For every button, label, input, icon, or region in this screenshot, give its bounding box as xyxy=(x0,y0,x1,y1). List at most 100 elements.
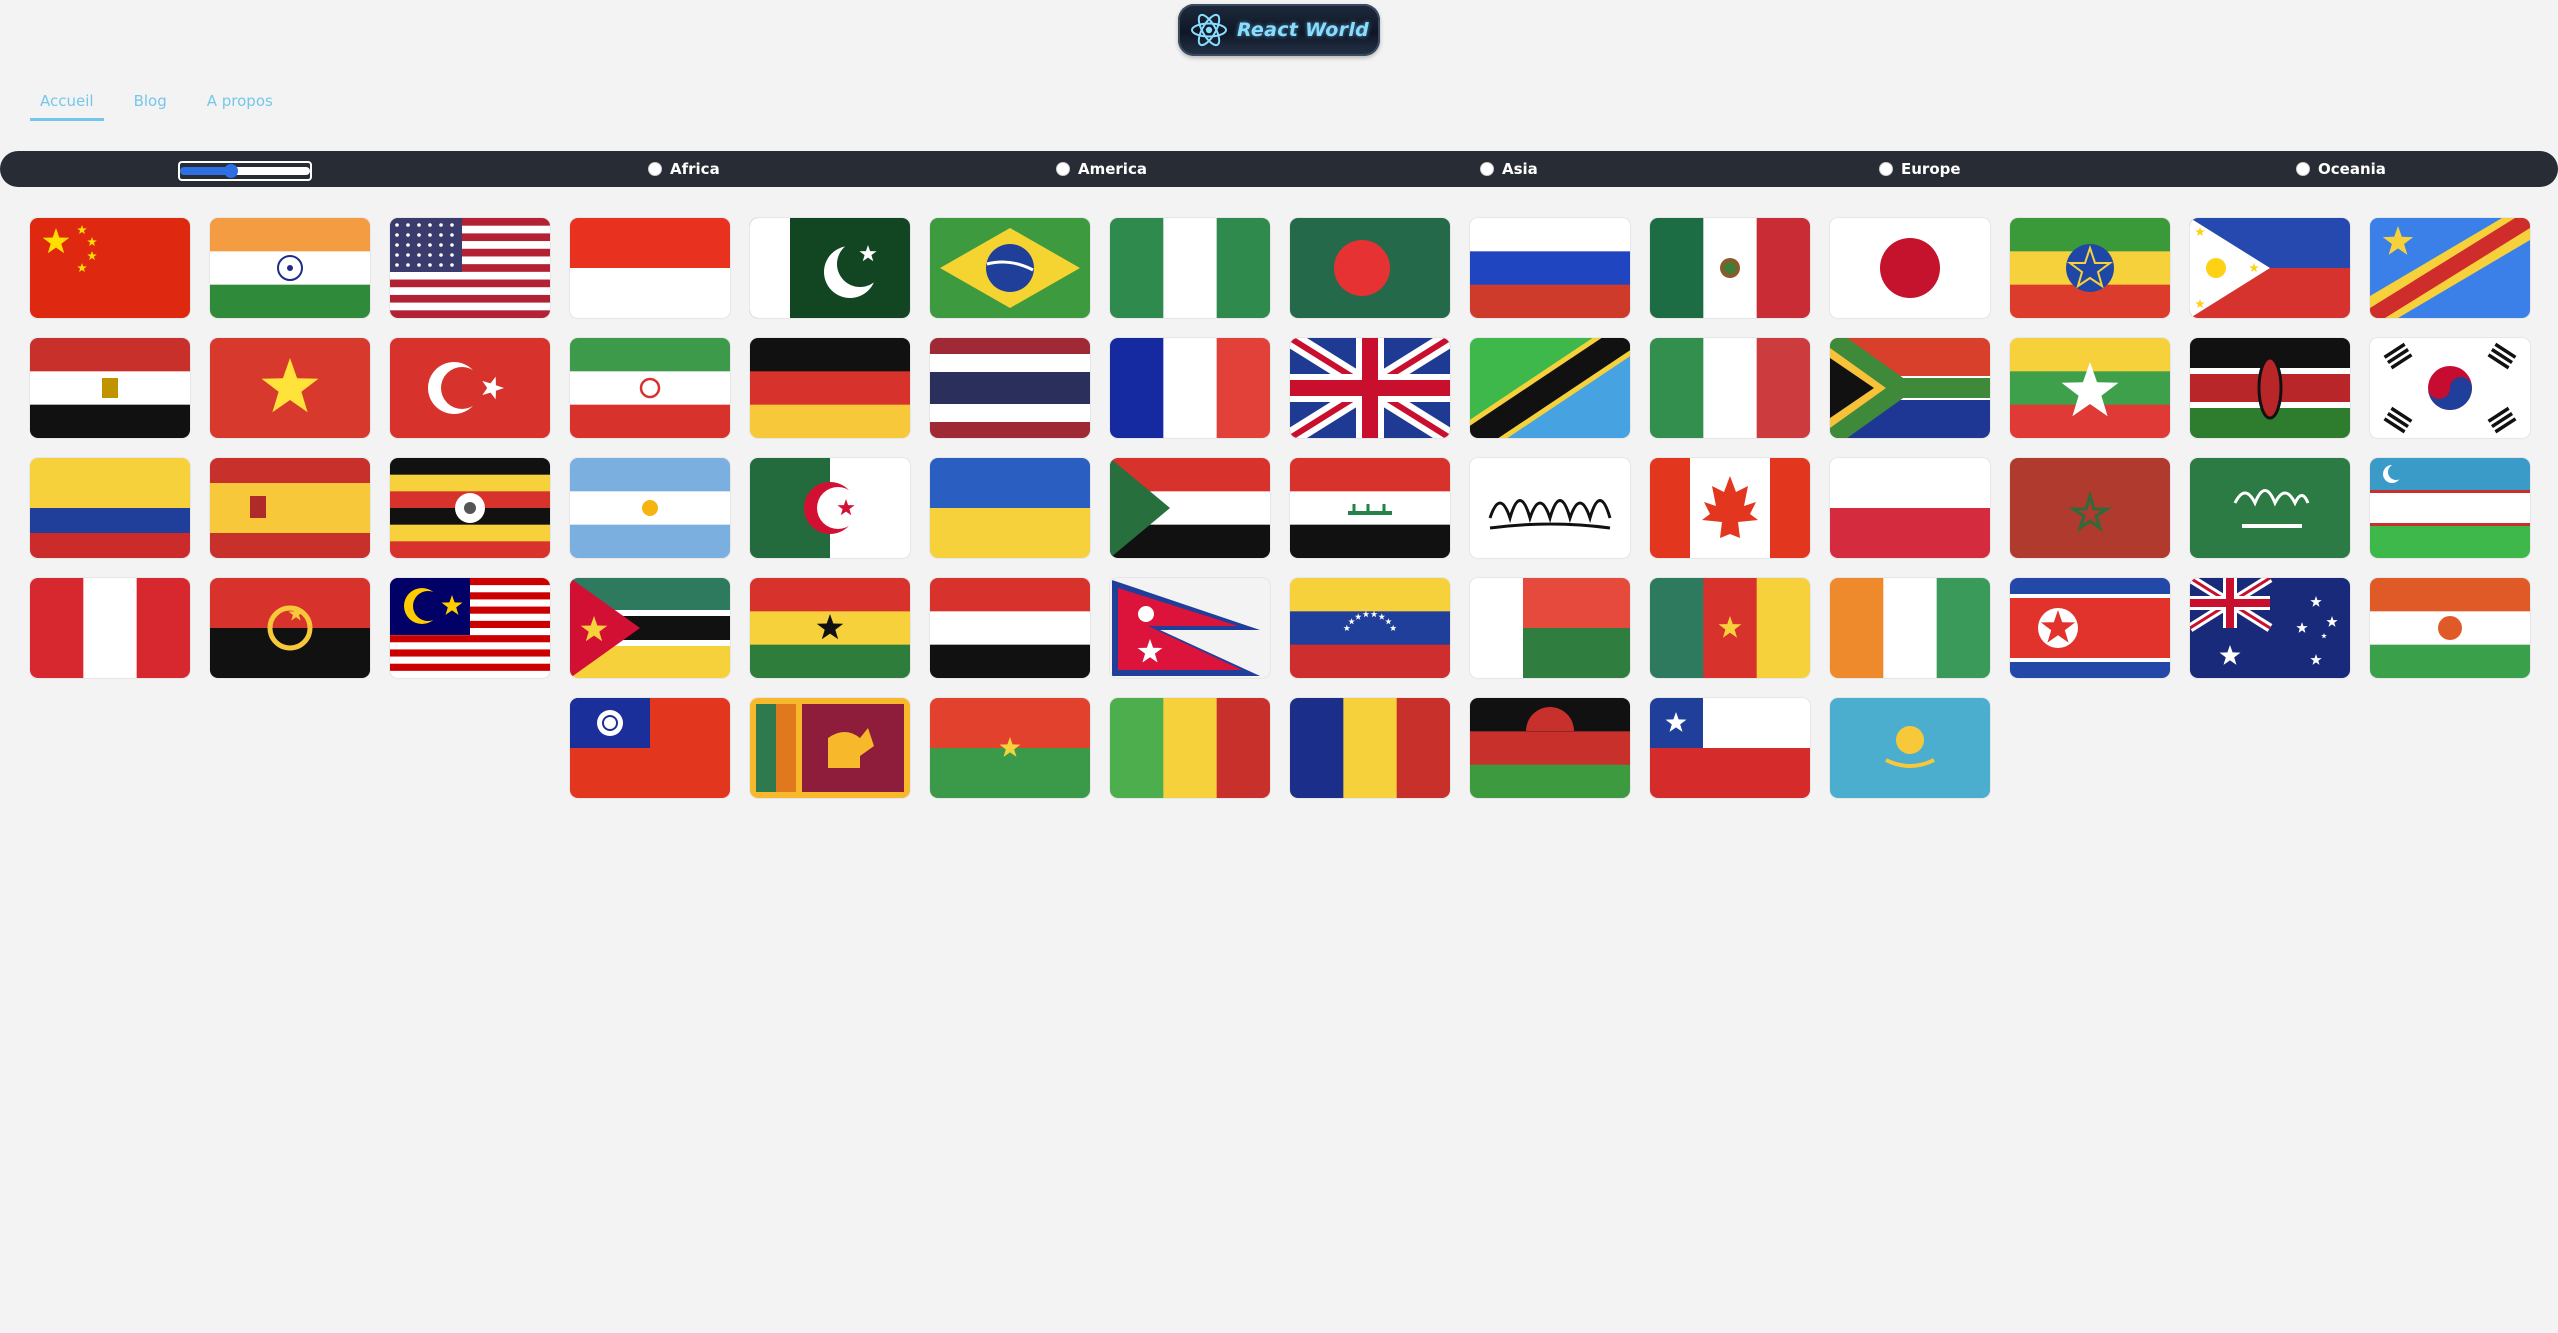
flag-japan[interactable] xyxy=(1830,218,1990,318)
flag-venezuela[interactable] xyxy=(1290,578,1450,678)
main-nav: Accueil Blog A propos xyxy=(30,90,283,121)
radio-button-icon xyxy=(2296,162,2310,176)
flag-australia[interactable] xyxy=(2190,578,2350,678)
flag-argentina[interactable] xyxy=(570,458,730,558)
flag-ghana[interactable] xyxy=(750,578,910,678)
flag-pakistan[interactable] xyxy=(750,218,910,318)
flag-image xyxy=(750,458,910,558)
flag-philippines[interactable] xyxy=(2190,218,2350,318)
flag-canada[interactable] xyxy=(1650,458,1810,558)
flag-image xyxy=(1110,698,1270,798)
radio-label: Oceania xyxy=(2318,160,2386,178)
flag-burkina-faso[interactable] xyxy=(930,698,1090,798)
flag-sri-lanka[interactable] xyxy=(750,698,910,798)
radio-america[interactable]: America xyxy=(1056,160,1147,178)
flag-image xyxy=(2370,578,2530,678)
flag-cameroon[interactable] xyxy=(1650,578,1810,678)
country-count-slider[interactable] xyxy=(178,161,312,181)
flag-malawi[interactable] xyxy=(1470,698,1630,798)
flag-yemen[interactable] xyxy=(930,578,1090,678)
app-logo[interactable]: React World xyxy=(1178,4,1380,56)
flag-myanmar[interactable] xyxy=(2010,338,2170,438)
flag-united-kingdom[interactable] xyxy=(1290,338,1450,438)
flag-chad[interactable] xyxy=(1290,698,1450,798)
flag-russia[interactable] xyxy=(1470,218,1630,318)
flag-italy[interactable] xyxy=(1650,338,1810,438)
flag-angola[interactable] xyxy=(210,578,370,678)
flag-tanzania[interactable] xyxy=(1470,338,1630,438)
flag-uzbekistan[interactable] xyxy=(2370,458,2530,558)
flag-peru[interactable] xyxy=(30,578,190,678)
flag-iraq[interactable] xyxy=(1290,458,1450,558)
flag-ivory-coast[interactable] xyxy=(1830,578,1990,678)
flag-afghanistan[interactable] xyxy=(1470,458,1630,558)
flag-united-states[interactable] xyxy=(390,218,550,318)
flag-bangladesh[interactable] xyxy=(1290,218,1450,318)
flag-saudi-arabia[interactable] xyxy=(2190,458,2350,558)
flag-vietnam[interactable] xyxy=(210,338,370,438)
flag-south-korea[interactable] xyxy=(2370,338,2530,438)
flag-image xyxy=(750,338,910,438)
radio-button-icon xyxy=(1480,162,1494,176)
flag-taiwan[interactable] xyxy=(570,698,730,798)
flag-iran[interactable] xyxy=(570,338,730,438)
flag-ethiopia[interactable] xyxy=(2010,218,2170,318)
flag-north-korea[interactable] xyxy=(2010,578,2170,678)
radio-button-icon xyxy=(1879,162,1893,176)
flag-image xyxy=(1650,698,1810,798)
flag-mali[interactable] xyxy=(1110,698,1270,798)
filter-bar: Africa America Asia Europe Oceania xyxy=(0,151,2558,187)
radio-label: Europe xyxy=(1901,160,1961,178)
flag-image xyxy=(210,458,370,558)
flag-thailand[interactable] xyxy=(930,338,1090,438)
flag-kenya[interactable] xyxy=(2190,338,2350,438)
flag-sudan[interactable] xyxy=(1110,458,1270,558)
radio-oceania[interactable]: Oceania xyxy=(2296,160,2386,178)
flag-china[interactable] xyxy=(30,218,190,318)
radio-label: America xyxy=(1078,160,1147,178)
flag-image xyxy=(1110,218,1270,318)
flag-image xyxy=(1470,698,1630,798)
flag-mexico[interactable] xyxy=(1650,218,1810,318)
flag-germany[interactable] xyxy=(750,338,910,438)
nav-link-blog[interactable]: Blog xyxy=(124,90,177,121)
flag-dr-congo[interactable] xyxy=(2370,218,2530,318)
flag-turkey[interactable] xyxy=(390,338,550,438)
radio-europe[interactable]: Europe xyxy=(1879,160,1961,178)
nav-link-accueil[interactable]: Accueil xyxy=(30,90,104,121)
flag-image xyxy=(2370,218,2530,318)
nav-link-a-propos[interactable]: A propos xyxy=(197,90,283,121)
flag-niger[interactable] xyxy=(2370,578,2530,678)
flag-indonesia[interactable] xyxy=(570,218,730,318)
flag-poland[interactable] xyxy=(1830,458,1990,558)
flag-colombia[interactable] xyxy=(30,458,190,558)
flag-image xyxy=(570,578,730,678)
flag-ukraine[interactable] xyxy=(930,458,1090,558)
flag-malaysia[interactable] xyxy=(390,578,550,678)
flag-madagascar[interactable] xyxy=(1470,578,1630,678)
flag-algeria[interactable] xyxy=(750,458,910,558)
flag-morocco[interactable] xyxy=(2010,458,2170,558)
flag-south-africa[interactable] xyxy=(1830,338,1990,438)
flag-brazil[interactable] xyxy=(930,218,1090,318)
flag-mozambique[interactable] xyxy=(570,578,730,678)
flag-nigeria[interactable] xyxy=(1110,218,1270,318)
flag-image xyxy=(390,458,550,558)
flag-nepal[interactable] xyxy=(1110,578,1270,678)
flag-chile[interactable] xyxy=(1650,698,1810,798)
flag-spain[interactable] xyxy=(210,458,370,558)
radio-asia[interactable]: Asia xyxy=(1480,160,1538,178)
flag-image xyxy=(1290,578,1450,678)
flag-image xyxy=(930,338,1090,438)
flag-uganda[interactable] xyxy=(390,458,550,558)
flag-egypt[interactable] xyxy=(30,338,190,438)
flag-image xyxy=(2190,338,2350,438)
flag-france[interactable] xyxy=(1110,338,1270,438)
flag-kazakhstan[interactable] xyxy=(1830,698,1990,798)
flag-image xyxy=(1290,458,1450,558)
radio-africa[interactable]: Africa xyxy=(648,160,720,178)
flag-image xyxy=(930,458,1090,558)
flag-image xyxy=(30,218,190,318)
flag-image xyxy=(30,338,190,438)
flag-india[interactable] xyxy=(210,218,370,318)
